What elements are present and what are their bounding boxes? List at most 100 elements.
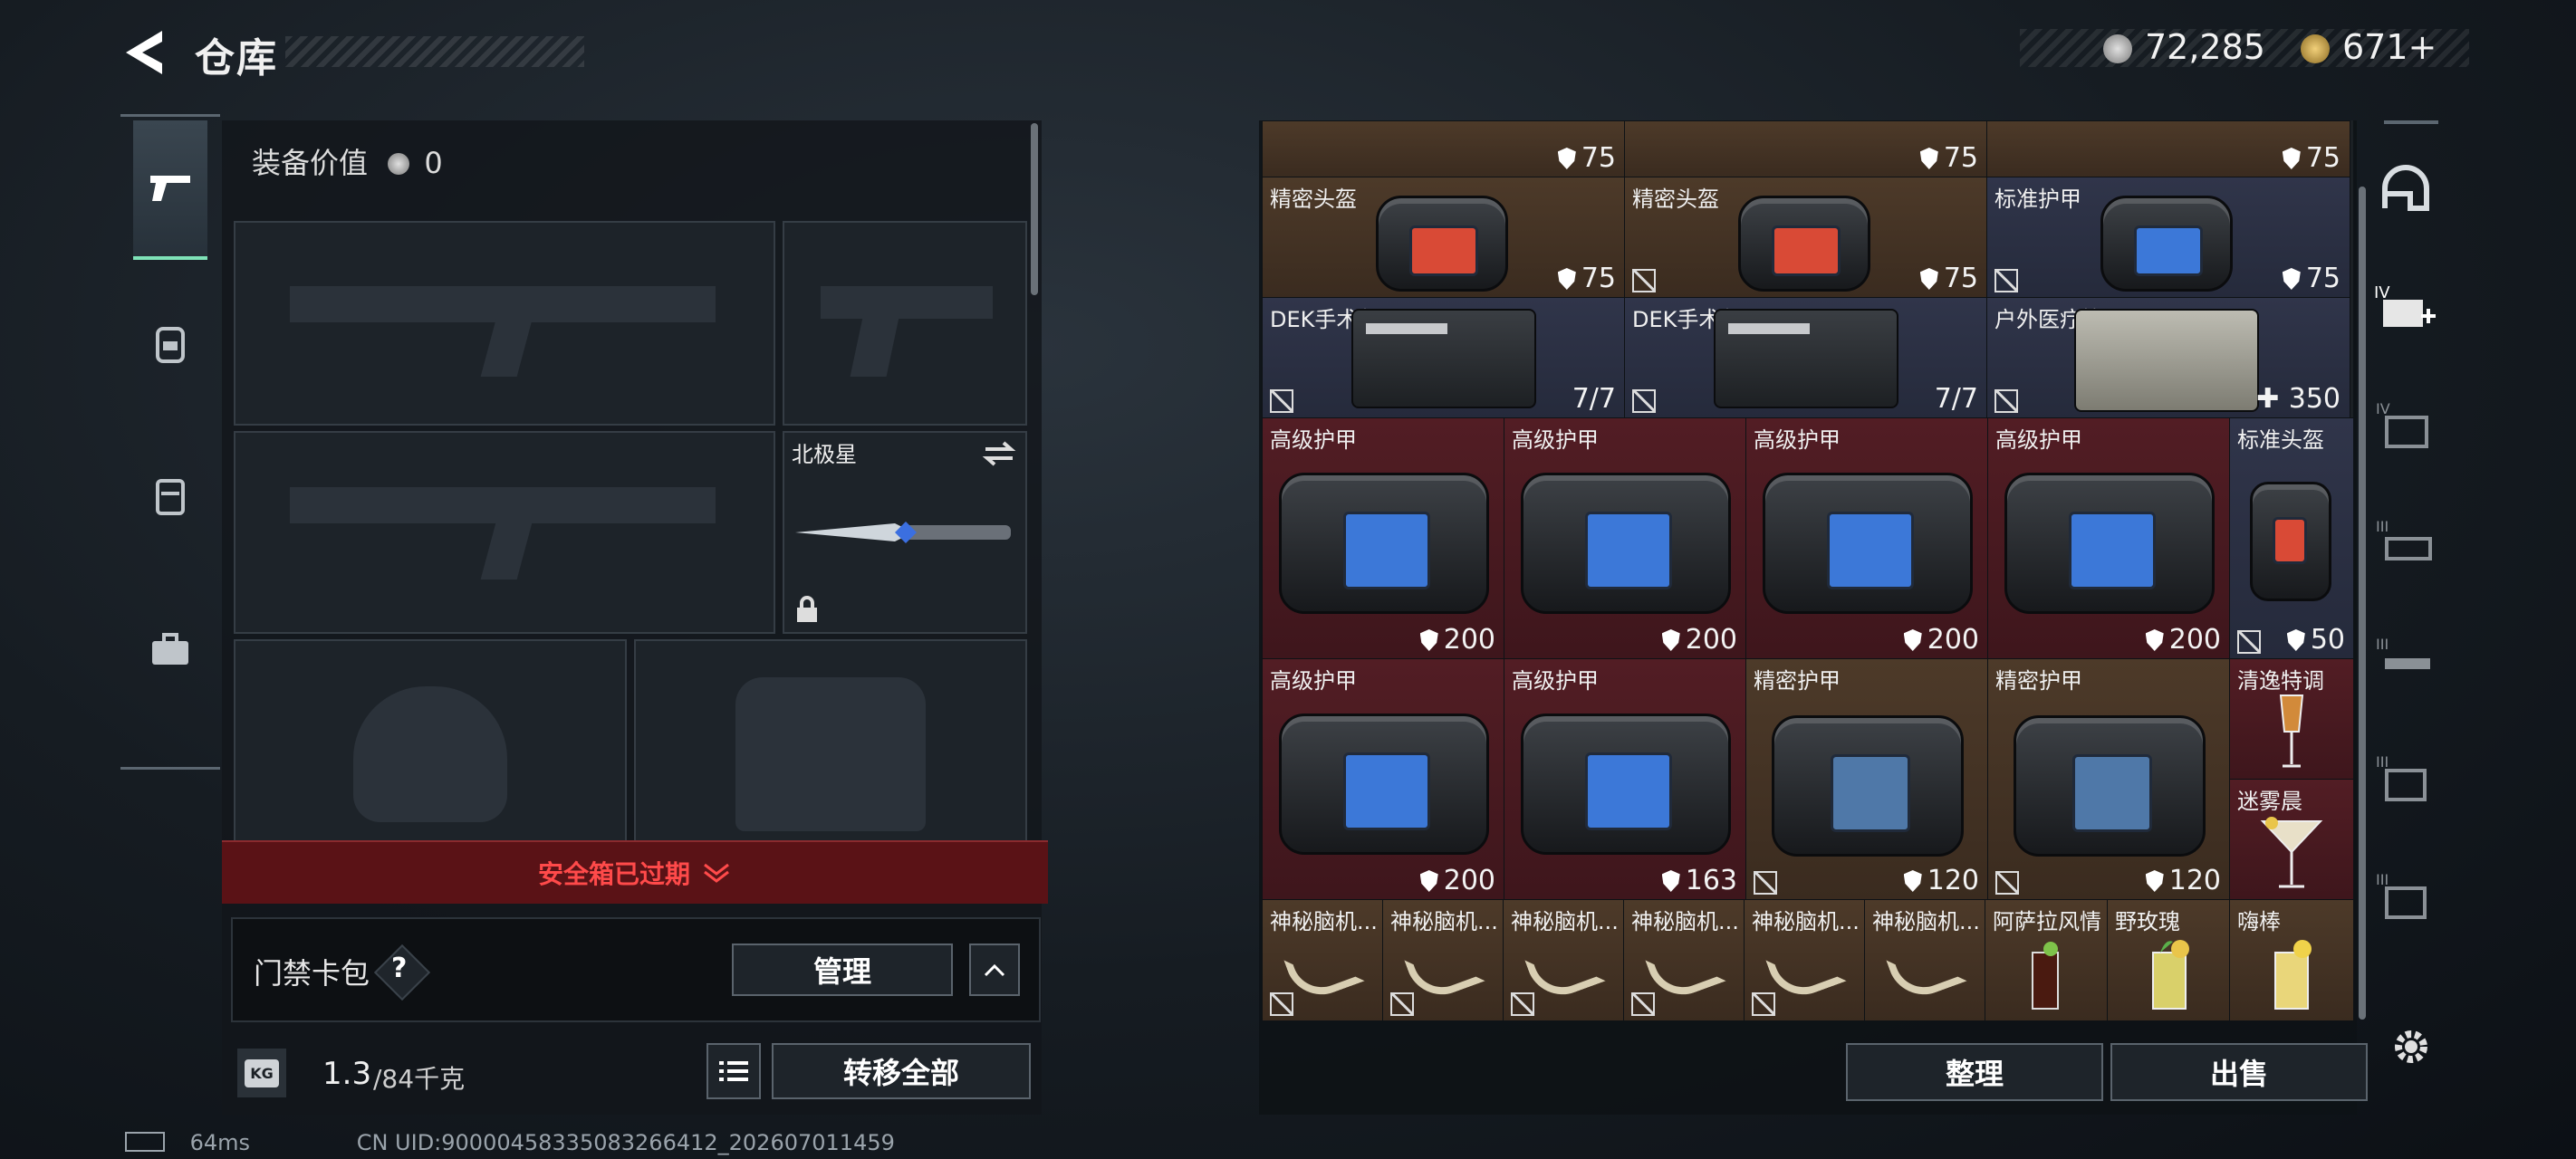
equipment-value-label: 装备价值 (252, 146, 369, 180)
secondary-weapon-slot[interactable] (234, 431, 775, 634)
helmet-slot[interactable] (234, 639, 627, 844)
item-name: 精密护甲 (1995, 668, 2082, 694)
tab-tier3-gear[interactable]: III (2373, 510, 2438, 575)
item-uses: 7/7 (1572, 383, 1616, 415)
stash-item-advanced-armor[interactable]: 高级护甲 200 (1504, 417, 1747, 660)
list-icon (719, 1061, 748, 1081)
stash-item-drink[interactable]: 迷雾晨 (2229, 779, 2353, 901)
stash-item[interactable]: 75 (1986, 120, 2350, 178)
swap-icon[interactable] (982, 440, 1016, 467)
sell-button[interactable]: 出售 (2110, 1043, 2368, 1101)
settings-button[interactable] (2388, 1023, 2435, 1074)
tier3-container-icon: III (2376, 871, 2427, 919)
untradeable-icon (1270, 389, 1293, 413)
collapse-button[interactable] (969, 943, 1020, 996)
stash-item-advanced-armor[interactable]: 高级护甲 200 (1262, 658, 1505, 901)
svg-text:III: III (2376, 753, 2389, 771)
stash-item-drink[interactable]: 阿萨拉风情 (1985, 899, 2109, 1020)
item-durability: 200 (1903, 624, 1979, 656)
armor-case-icon (1279, 473, 1489, 614)
armor-case-icon (2004, 473, 2215, 614)
svg-text:III: III (2376, 871, 2389, 888)
stash-item-drink[interactable]: 嗨棒 (2229, 899, 2353, 1020)
vest-icon (156, 479, 185, 515)
svg-text:IV: IV (2374, 283, 2390, 302)
item-name: 神秘脑机... (1631, 909, 1739, 934)
stash-item-dek-surgery-kit[interactable]: DEK手术包 7/7 (1262, 297, 1626, 419)
stash-item-standard-armor[interactable]: 标准护甲 75 (1986, 177, 2350, 299)
tab-vest[interactable] (133, 428, 207, 564)
tab-tier4-gear[interactable]: IV (2373, 392, 2438, 457)
tier4-medkit-icon: IV (2374, 283, 2436, 327)
stash-item-neural-device[interactable]: 神秘脑机... (1382, 899, 1504, 1020)
tab-tier3-weapons[interactable]: III (2373, 627, 2438, 693)
stash-item-neural-device[interactable]: 神秘脑机... (1262, 899, 1384, 1020)
stash-item-outdoor-medkit[interactable]: 户外医疗箱 ✚ 350 (1986, 297, 2350, 419)
stash-item[interactable]: 75 (1624, 120, 1988, 178)
transfer-all-button[interactable]: 转移全部 (772, 1043, 1031, 1099)
equipment-value: 装备价值 0 (252, 140, 443, 182)
tier3-item-icon: III (2376, 753, 2427, 801)
stash-item[interactable]: 75 (1262, 120, 1626, 178)
stash-item-drink[interactable]: 清逸特调 (2229, 658, 2353, 781)
neural-device-icon (1404, 936, 1485, 1005)
ping-value: 64ms (189, 1130, 251, 1155)
melee-slot[interactable]: 北极星 (783, 431, 1027, 634)
stash-item-dek-surgery-kit[interactable]: DEK手术包 7/7 (1624, 297, 1988, 419)
untradeable-icon (1632, 269, 1656, 292)
item-durability: 75 (1919, 142, 1978, 174)
stash-item-advanced-armor[interactable]: 高级护甲 200 (1745, 417, 1989, 660)
kg-badge: KG (245, 1058, 279, 1087)
rifle-mag-silhouette (480, 313, 534, 377)
tab-backpack[interactable] (133, 274, 207, 410)
pistol-grip-silhouette (850, 313, 900, 377)
stash-item-drink[interactable]: 野玫瑰 (2107, 899, 2231, 1020)
stash-item-precision-armor[interactable]: 精密护甲 120 (1745, 658, 1989, 901)
helmet-filter-icon (2382, 165, 2429, 211)
sort-button[interactable]: 整理 (1846, 1043, 2103, 1101)
stash-item-precision-helmet[interactable]: 精密头盔 75 (1624, 177, 1988, 299)
armor-slot[interactable] (634, 639, 1027, 844)
stash-item-advanced-armor[interactable]: 高级护甲 163 (1504, 658, 1747, 901)
list-view-button[interactable] (706, 1043, 761, 1099)
item-durability: 200 (1661, 624, 1737, 656)
helmet-case-icon (1738, 196, 1870, 292)
stash-filter-sidebar: IV IV III III III III (2357, 120, 2452, 1044)
svg-text:III: III (2376, 636, 2389, 653)
tab-tier3-containers[interactable]: III (2373, 863, 2438, 928)
pistol-slot[interactable] (783, 221, 1027, 426)
stash-item-neural-device[interactable]: 神秘脑机... (1623, 899, 1745, 1020)
melee-name: 北极星 (792, 442, 857, 467)
armor-case-icon (1772, 715, 1964, 857)
item-name: 精密护甲 (1754, 668, 1841, 694)
stash-item-neural-device[interactable]: 神秘脑机... (1864, 899, 1986, 1020)
currency-premium[interactable]: 671+ (2342, 27, 2437, 67)
back-button[interactable] (122, 27, 168, 78)
untradeable-icon (1270, 992, 1293, 1016)
stash-item-neural-device[interactable]: 神秘脑机... (1744, 899, 1866, 1020)
manage-button[interactable]: 管理 (732, 943, 953, 996)
untradeable-icon (1754, 871, 1777, 895)
stash-item-standard-helmet[interactable]: 标准头盔 50 (2229, 417, 2353, 660)
tab-weapons[interactable] (133, 120, 207, 260)
untradeable-icon (2237, 630, 2261, 654)
medkit-icon (2074, 309, 2259, 412)
stash-item-precision-armor[interactable]: 精密护甲 120 (1987, 658, 2231, 901)
tab-case[interactable] (133, 582, 207, 718)
stash-item-advanced-armor[interactable]: 高级护甲 200 (1262, 417, 1505, 660)
weight-current: 1.3 (322, 1056, 372, 1092)
stash-item-advanced-armor[interactable]: 高级护甲 200 (1987, 417, 2231, 660)
stash-item-neural-device[interactable]: 神秘脑机... (1503, 899, 1625, 1020)
chevron-up-icon (984, 963, 1005, 977)
primary-weapon-slot[interactable] (234, 221, 775, 426)
weight-icon: KG (237, 1049, 286, 1097)
stash-item-precision-helmet[interactable]: 精密头盔 75 (1262, 177, 1626, 299)
untradeable-icon (1752, 992, 1775, 1016)
safe-box-expired-bar[interactable]: 安全箱已过期 (222, 840, 1048, 904)
tab-tier4-medical[interactable]: IV (2373, 274, 2438, 340)
loadout-scrollbar[interactable] (1031, 123, 1038, 295)
tab-tier3-items[interactable]: III (2373, 745, 2438, 810)
untradeable-icon (1390, 992, 1414, 1016)
coin-icon (388, 153, 410, 175)
tab-all-items[interactable] (2373, 157, 2438, 222)
